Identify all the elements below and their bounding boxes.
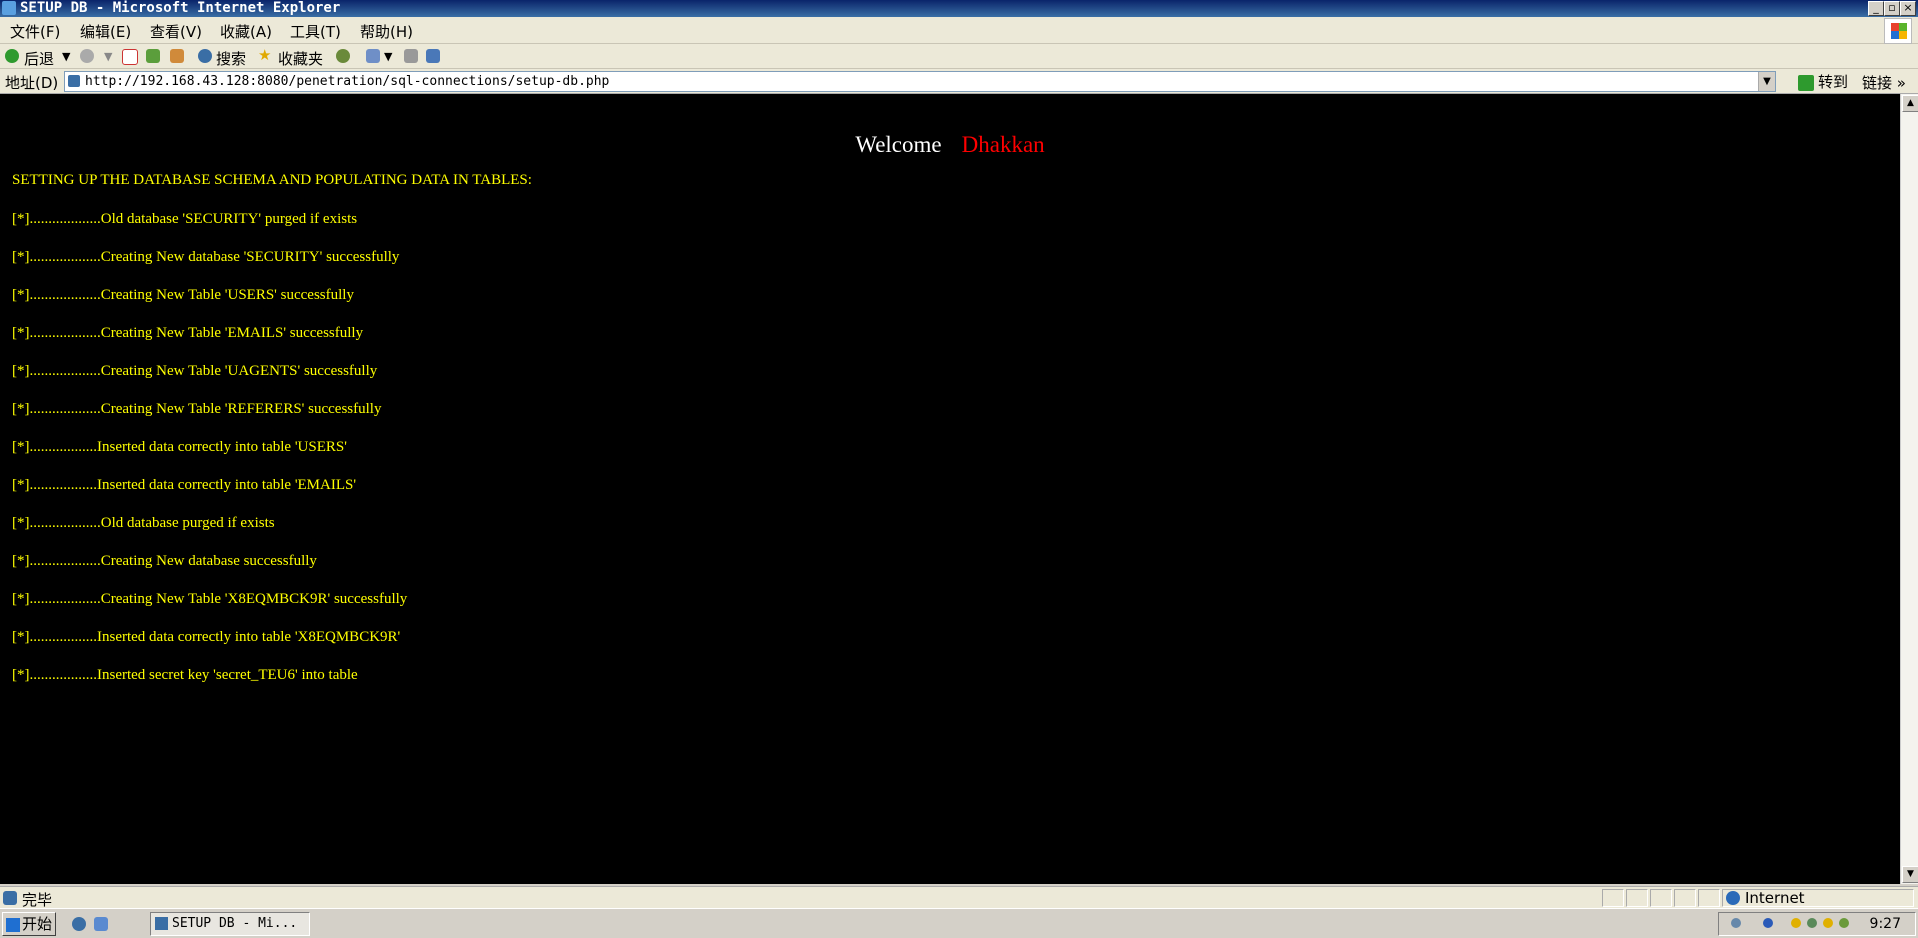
menu-edit[interactable]: 编辑(E) — [80, 21, 131, 42]
log-line: [*]...................Creating New Table… — [12, 591, 408, 607]
log-line: [*]...................Creating New datab… — [12, 249, 400, 265]
menu-view[interactable]: 查看(V) — [150, 21, 202, 42]
print-icon[interactable] — [404, 49, 418, 63]
go-arrow-icon — [1798, 74, 1814, 91]
welcome-text: Welcome — [855, 132, 942, 157]
quicklaunch-ie-icon[interactable] — [72, 917, 86, 931]
forward-arrow-icon[interactable] — [80, 49, 94, 63]
stop-icon[interactable] — [122, 49, 138, 65]
clock: 9:27 — [1869, 916, 1901, 932]
welcome-name: Dhakkan — [961, 132, 1045, 157]
zone-pane: Internet — [1722, 889, 1914, 907]
status-bar: 完毕 Internet — [0, 886, 1918, 909]
log-line: [*]...................Creating New datab… — [12, 553, 317, 569]
links-label: 链接 — [1862, 74, 1893, 92]
quicklaunch-desktop-icon[interactable] — [94, 917, 108, 931]
help-icon[interactable] — [1763, 918, 1773, 928]
status-text: 完毕 — [22, 891, 53, 909]
log-line: [*]...................Old database 'SECU… — [12, 211, 358, 227]
address-label: 地址(D) — [5, 74, 59, 92]
search-icon[interactable] — [198, 49, 212, 63]
vertical-scrollbar[interactable]: ▲ ▼ — [1900, 94, 1918, 884]
address-dropdown-icon[interactable]: ▼ — [1758, 72, 1775, 91]
start-label: 开始 — [22, 915, 53, 933]
menu-tools[interactable]: 工具(T) — [290, 21, 341, 42]
toolbar: 后退 ▼ ▼ 搜索 ★ 收藏夹 ▼ — [0, 44, 1918, 69]
close-button[interactable]: × — [1900, 1, 1916, 16]
star-icon[interactable]: ★ — [258, 46, 271, 64]
home-icon[interactable] — [170, 49, 184, 63]
windows-logo-icon — [1884, 18, 1912, 44]
status-pane — [1626, 889, 1648, 907]
security-shield-icon[interactable] — [1791, 918, 1801, 928]
log-line: [*]...................Creating New Table… — [12, 401, 382, 417]
back-button[interactable]: 后退 — [24, 48, 54, 69]
status-pane — [1650, 889, 1672, 907]
mail-icon[interactable] — [366, 49, 380, 63]
taskbar: 开始 SETUP DB - Mi... 9:27 — [0, 908, 1918, 938]
scroll-up-icon[interactable]: ▲ — [1902, 95, 1918, 112]
start-button[interactable]: 开始 — [2, 912, 56, 936]
go-label: 转到 — [1818, 73, 1849, 91]
minimize-button[interactable]: _ — [1868, 1, 1884, 16]
status-pane — [1674, 889, 1696, 907]
go-button[interactable]: 转到 — [1798, 71, 1849, 91]
log-line: [*]...................Creating New Table… — [12, 287, 354, 303]
back-dropdown-icon[interactable]: ▼ — [62, 50, 70, 63]
windows-flag-icon — [6, 917, 20, 932]
system-tray: 9:27 — [1718, 912, 1916, 936]
links-button[interactable]: 链接 » — [1862, 72, 1906, 93]
address-bar: 地址(D) ▼ 转到 链接 » — [0, 69, 1918, 94]
zone-label: Internet — [1745, 889, 1805, 907]
taskbar-item-ie[interactable]: SETUP DB - Mi... — [150, 912, 310, 936]
page-icon — [68, 75, 80, 87]
scroll-down-icon[interactable]: ▼ — [1902, 866, 1918, 883]
status-pane — [1602, 889, 1624, 907]
window-title: SETUP DB - Microsoft Internet Explorer — [20, 0, 341, 16]
welcome-banner: Welcome Dhakkan — [0, 132, 1900, 158]
log-line: [*]..................Inserted secret key… — [12, 667, 358, 683]
log-line: [*]...................Creating New Table… — [12, 325, 364, 341]
menu-favorites[interactable]: 收藏(A) — [220, 21, 272, 42]
security-shield-icon[interactable] — [1823, 918, 1833, 928]
history-icon[interactable] — [336, 49, 350, 63]
log-line: [*]...................Old database purge… — [12, 515, 275, 531]
log-line: [*]...................Creating New Table… — [12, 363, 378, 379]
tray-app-icon[interactable] — [1807, 918, 1817, 928]
ie-icon — [2, 1, 16, 15]
search-button[interactable]: 搜索 — [216, 48, 246, 69]
log-line: [*]..................Inserted data corre… — [12, 439, 347, 455]
menu-file[interactable]: 文件(F) — [10, 21, 60, 42]
menu-bar: 文件(F) 编辑(E) 查看(V) 收藏(A) 工具(T) 帮助(H) — [0, 17, 1918, 44]
chevron-right-icon: » — [1896, 74, 1906, 92]
url-input[interactable] — [85, 72, 1745, 91]
forward-dropdown-icon[interactable]: ▼ — [104, 50, 112, 63]
menu-help[interactable]: 帮助(H) — [360, 21, 413, 42]
log-line: [*]..................Inserted data corre… — [12, 629, 401, 645]
setup-heading: SETTING UP THE DATABASE SCHEMA AND POPUL… — [12, 172, 532, 188]
tray-app-icon[interactable] — [1839, 918, 1849, 928]
globe-icon — [1726, 891, 1740, 905]
edit-icon[interactable] — [426, 49, 440, 63]
ie-icon — [155, 917, 168, 930]
log-line: [*]..................Inserted data corre… — [12, 477, 357, 493]
page-done-icon — [3, 891, 17, 905]
maximize-button[interactable]: ▫ — [1884, 1, 1900, 16]
task-label: SETUP DB - Mi... — [172, 916, 298, 931]
refresh-icon[interactable] — [146, 49, 160, 63]
page-content: Welcome Dhakkan SETTING UP THE DATABASE S… — [0, 94, 1900, 884]
window-title-bar[interactable]: SETUP DB - Microsoft Internet Explorer _… — [0, 0, 1918, 17]
network-icon[interactable] — [1731, 918, 1741, 928]
back-arrow-icon[interactable] — [5, 49, 19, 63]
favorites-button[interactable]: 收藏夹 — [278, 48, 323, 69]
mail-dropdown-icon[interactable]: ▼ — [384, 50, 392, 63]
status-pane — [1698, 889, 1720, 907]
address-field[interactable]: ▼ — [64, 71, 1776, 92]
